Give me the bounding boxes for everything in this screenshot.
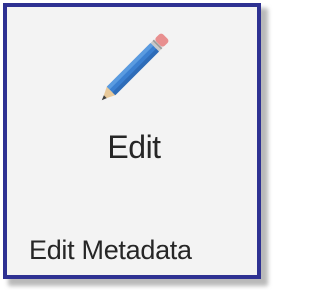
edit-button[interactable]: Edit: [79, 17, 189, 207]
ribbon-group-panel: Edit Edit Metadata: [3, 3, 261, 279]
group-label: Edit Metadata: [29, 235, 192, 265]
ribbon-group-edit-metadata: Edit Edit Metadata: [7, 7, 257, 275]
edit-button-label: Edit: [107, 129, 161, 165]
screenshot-frame: Edit Edit Metadata: [0, 0, 272, 290]
pencil-icon: [85, 17, 185, 117]
